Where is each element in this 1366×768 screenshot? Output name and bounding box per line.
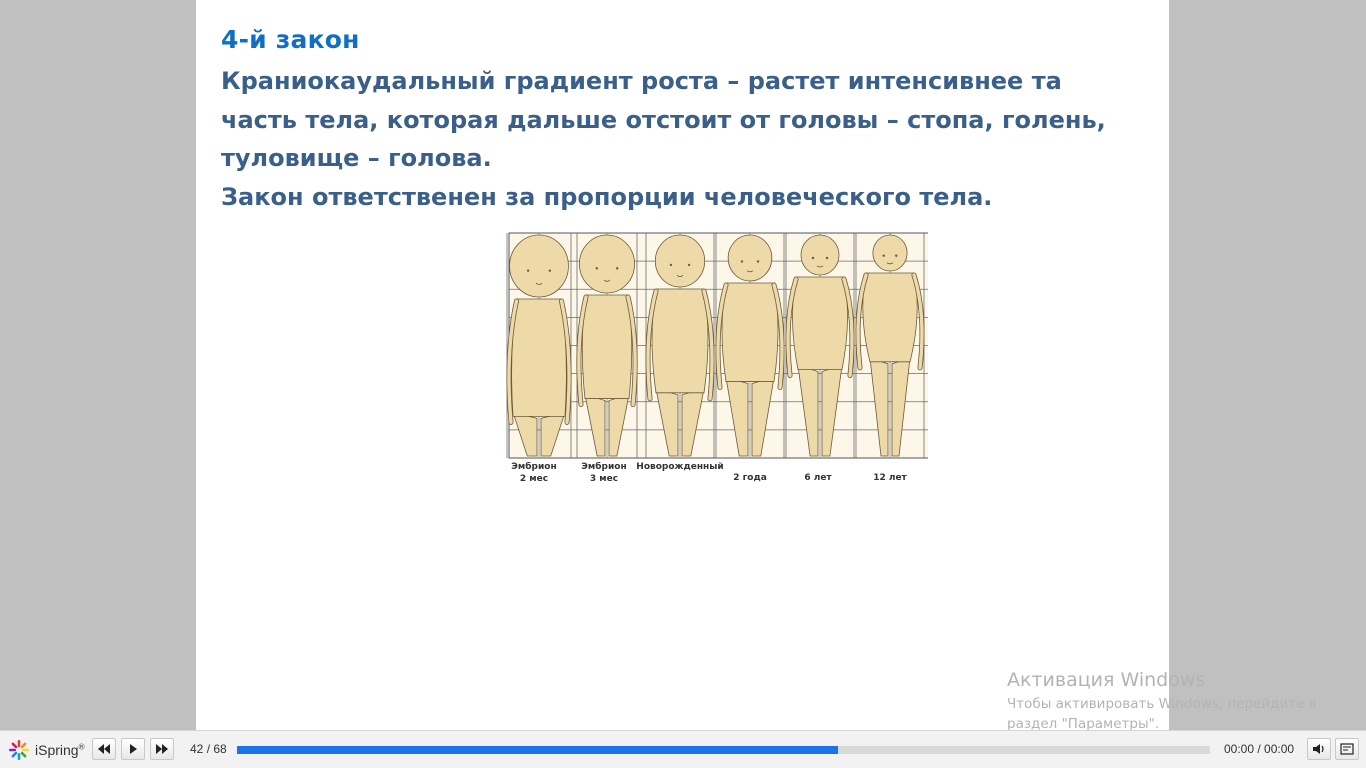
watermark-text: Чтобы активировать Windows, перейдите в … bbox=[1007, 694, 1347, 734]
caption-line: 2 года bbox=[733, 473, 767, 483]
figure-head bbox=[800, 234, 840, 276]
figure-captions: Эмбрион 2 мес Эмбрион 3 мес Новорожденны… bbox=[511, 461, 907, 484]
figure-eye bbox=[895, 254, 898, 257]
figure-eye bbox=[740, 260, 744, 263]
previous-slide-button[interactable] bbox=[92, 738, 116, 760]
figure-head bbox=[654, 234, 706, 288]
next-slide-button[interactable] bbox=[150, 738, 174, 760]
figure-eye bbox=[811, 256, 815, 260]
figure-eye bbox=[595, 267, 599, 270]
play-icon bbox=[130, 744, 137, 754]
figure-eye bbox=[825, 256, 829, 260]
volume-button[interactable] bbox=[1307, 738, 1331, 760]
caption-line: 6 лет bbox=[804, 473, 832, 483]
figure-eye bbox=[882, 254, 885, 257]
watermark-line: Чтобы активировать Windows, перейдите в bbox=[1007, 696, 1317, 712]
figure-eye bbox=[669, 263, 673, 267]
windows-activation-watermark: Активация Windows Чтобы активировать Win… bbox=[1007, 669, 1347, 734]
caption-line: Эмбрион bbox=[511, 461, 556, 472]
figure-head bbox=[579, 234, 635, 294]
body-proportions-figure: Эмбрион 2 мес Эмбрион 3 мес Новорожденны… bbox=[504, 228, 928, 490]
rewind-icon bbox=[98, 744, 110, 754]
figure-eye bbox=[548, 269, 552, 272]
time-separator: / bbox=[1254, 742, 1265, 756]
timecode: 00:00 / 00:00 bbox=[1224, 742, 1294, 756]
figure-torso bbox=[511, 298, 567, 417]
caption-line: 3 мес bbox=[590, 474, 618, 484]
figure-torso bbox=[862, 272, 918, 363]
play-button[interactable] bbox=[121, 738, 145, 760]
outline-menu-button[interactable] bbox=[1335, 738, 1359, 760]
speaker-icon bbox=[1313, 744, 1324, 754]
slide-heading: 4-й закон bbox=[221, 25, 360, 54]
figure-eye bbox=[615, 267, 619, 270]
figure-torso bbox=[721, 282, 779, 382]
progress-fill bbox=[237, 746, 838, 754]
logo-text: iSpring® bbox=[35, 742, 85, 758]
figure-torso bbox=[581, 294, 633, 399]
slide-body-text: Краниокаудальный градиент роста – растет… bbox=[221, 62, 1151, 216]
figure-head bbox=[509, 234, 569, 298]
ispring-flower-icon bbox=[9, 740, 29, 760]
caption-line: Новорожденный bbox=[636, 462, 723, 472]
body-line: Закон ответственен за пропорции человече… bbox=[221, 182, 993, 211]
body-line: Краниокаудальный градиент роста – растет… bbox=[221, 67, 1062, 95]
counter-separator: / bbox=[203, 742, 214, 756]
outline-icon bbox=[1340, 743, 1354, 755]
progress-bar[interactable] bbox=[237, 746, 1210, 754]
figure-head bbox=[727, 234, 773, 282]
slide-canvas: 4-й закон Краниокаудальный градиент рост… bbox=[196, 0, 1169, 730]
watermark-title: Активация Windows bbox=[1007, 669, 1206, 691]
time-current: 00:00 bbox=[1224, 742, 1255, 756]
caption-line: Эмбрион bbox=[581, 461, 626, 472]
current-slide-number: 42 bbox=[190, 742, 204, 756]
body-line: туловище – голова. bbox=[221, 144, 492, 172]
figure-eye bbox=[756, 260, 760, 263]
ispring-logo: iSpring® bbox=[8, 739, 85, 761]
caption-line: 12 лет bbox=[873, 473, 907, 483]
fast-forward-icon bbox=[156, 744, 168, 754]
figure-torso bbox=[792, 276, 848, 370]
total-slides-number: 68 bbox=[213, 742, 227, 756]
figure-head bbox=[872, 234, 908, 272]
caption-line: 2 мес bbox=[520, 474, 548, 484]
player-bar: iSpring® 42 / 68 00:00 / 00:00 bbox=[0, 730, 1366, 768]
time-total: 00:00 bbox=[1264, 742, 1295, 756]
slide-counter: 42 / 68 bbox=[190, 742, 227, 756]
figure-eye bbox=[687, 263, 691, 267]
figure-torso bbox=[651, 288, 709, 394]
body-line: часть тела, которая дальше отстоит от го… bbox=[221, 105, 1106, 134]
figure-eye bbox=[526, 269, 530, 272]
proportions-illustration: Эмбрион 2 мес Эмбрион 3 мес Новорожденны… bbox=[506, 232, 928, 484]
